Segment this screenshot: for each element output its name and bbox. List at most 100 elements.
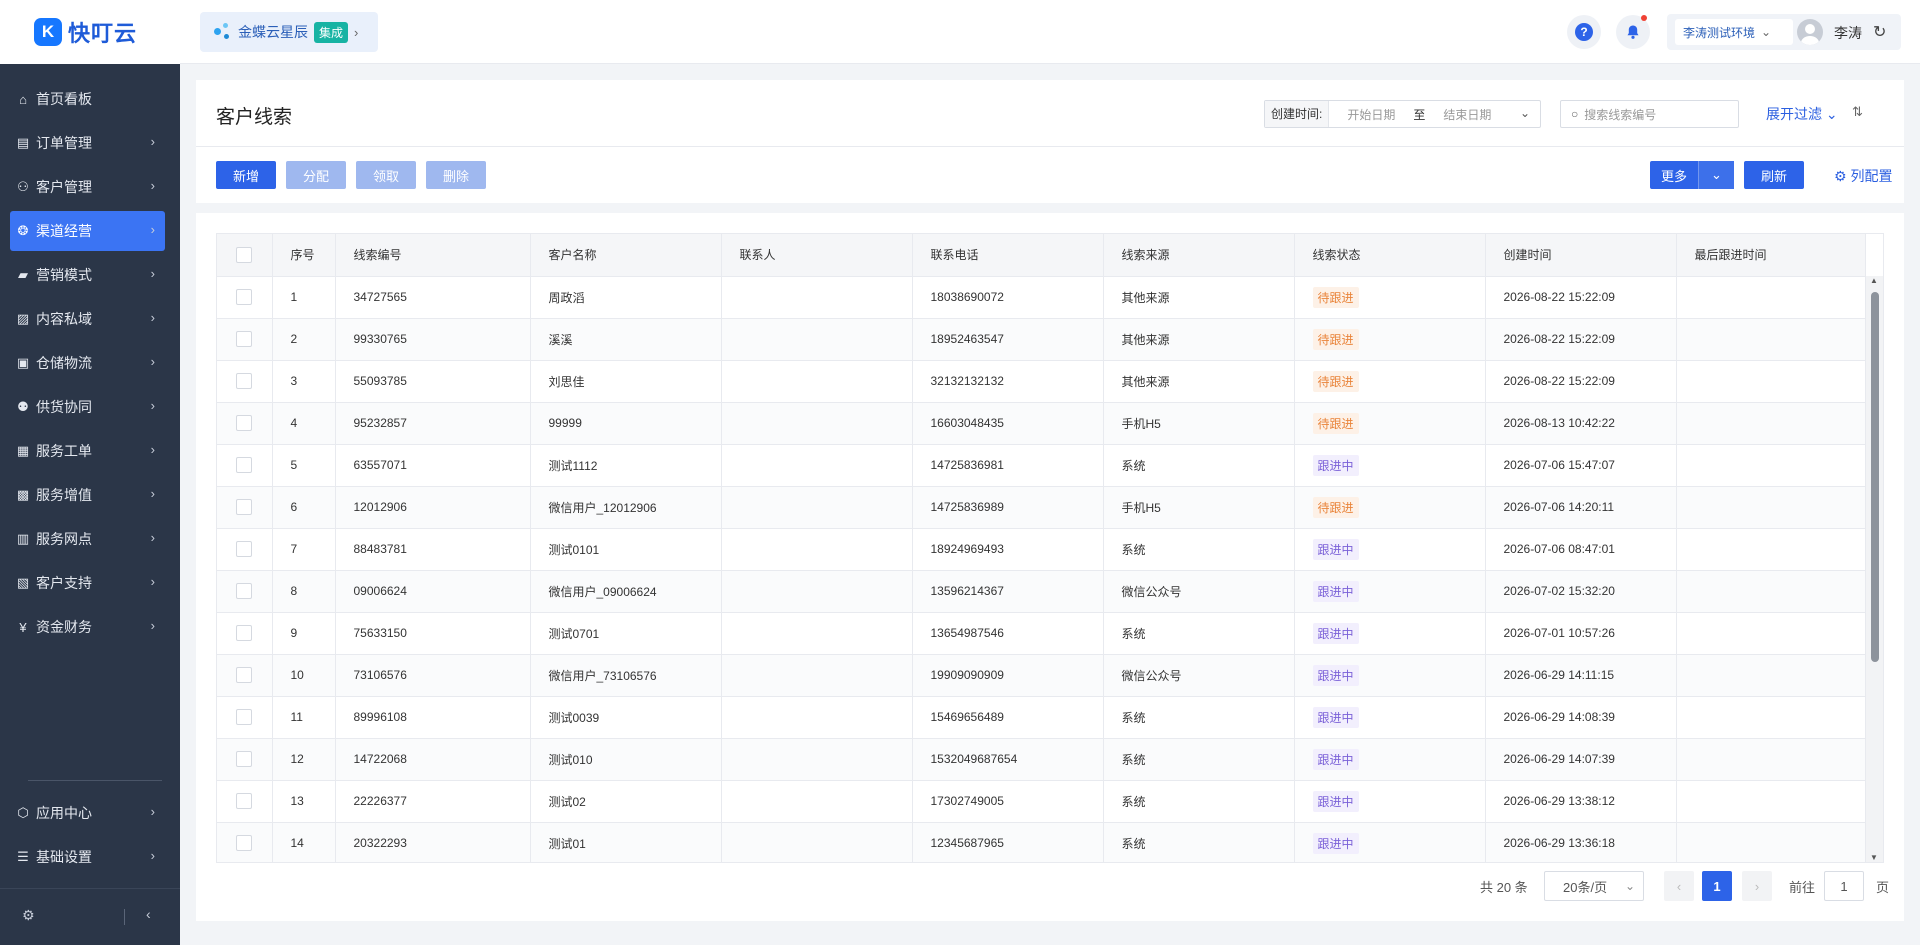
select-all-checkbox[interactable] bbox=[217, 234, 273, 277]
start-date-input[interactable]: 开始日期 bbox=[1347, 106, 1395, 123]
integration-switcher[interactable]: 金蝶云星辰 集成 › bbox=[200, 12, 378, 52]
sidebar-item[interactable]: ▨ 内容私域 › bbox=[10, 299, 165, 339]
column-header[interactable]: 客户名称 bbox=[530, 234, 722, 277]
column-header[interactable]: 序号 bbox=[272, 234, 336, 277]
sidebar-item[interactable]: ¥ 资金财务 › bbox=[10, 607, 165, 647]
more-button[interactable]: 更多 ⌄ bbox=[1650, 161, 1734, 189]
column-header[interactable]: 线索来源 bbox=[1103, 234, 1295, 277]
sidebar-item[interactable]: ⚉ 供货协同 › bbox=[10, 387, 165, 427]
sidebar-item[interactable]: ▦ 服务工单 › bbox=[10, 431, 165, 471]
table-cell bbox=[721, 780, 913, 823]
scroll-up-icon[interactable]: ▲ bbox=[1870, 276, 1878, 285]
refresh-icon[interactable]: ↻ bbox=[1873, 22, 1886, 42]
row-checkbox[interactable] bbox=[217, 570, 273, 613]
gear-icon[interactable]: ⚙ bbox=[22, 907, 35, 924]
refresh-button[interactable]: 刷新 bbox=[1744, 161, 1804, 189]
expand-filter-button[interactable]: 展开过滤 ⌄ bbox=[1766, 104, 1838, 124]
next-page-button[interactable]: › bbox=[1742, 871, 1772, 901]
row-checkbox[interactable] bbox=[217, 738, 273, 781]
claim-button[interactable]: 领取 bbox=[356, 161, 416, 189]
chevron-down-icon[interactable]: ⌄ bbox=[1698, 161, 1734, 189]
table-row[interactable]: 2 99330765 溪溪 18952463547 其他来源 待跟进 2026-08-22 … bbox=[217, 318, 1866, 361]
table-cell: 刘思佳 bbox=[530, 360, 722, 403]
chevron-right-icon: › bbox=[354, 24, 359, 40]
vertical-scrollbar[interactable]: ▲ ▼ bbox=[1866, 276, 1883, 862]
prev-page-button[interactable]: ‹ bbox=[1664, 871, 1694, 901]
assign-button[interactable]: 分配 bbox=[286, 161, 346, 189]
sidebar-item[interactable]: ▣ 仓储物流 › bbox=[10, 343, 165, 383]
sidebar-item[interactable]: ☰ 基础设置 › bbox=[10, 837, 165, 877]
column-header[interactable]: 联系人 bbox=[721, 234, 913, 277]
scroll-down-icon[interactable]: ▼ bbox=[1870, 853, 1878, 862]
table-cell: 63557071 bbox=[335, 444, 531, 487]
table-row[interactable]: 9 75633150 测试0701 13654987546 系统 跟进中 2026-07-0… bbox=[217, 612, 1866, 655]
table-row[interactable]: 11 89996108 测试0039 15469656489 系统 跟进中 2026-06-… bbox=[217, 696, 1866, 739]
column-header[interactable]: 线索编号 bbox=[335, 234, 531, 277]
avatar[interactable] bbox=[1797, 19, 1823, 45]
row-checkbox[interactable] bbox=[217, 696, 273, 739]
table-row[interactable]: 5 63557071 测试1112 14725836981 系统 跟进中 2026-07-0… bbox=[217, 444, 1866, 487]
env-select[interactable]: 李涛测试环境 ⌄ bbox=[1675, 19, 1793, 45]
sidebar-item[interactable]: ❂ 渠道经营 › bbox=[10, 211, 165, 251]
column-header[interactable]: 联系电话 bbox=[912, 234, 1104, 277]
table-cell: 7 bbox=[272, 528, 336, 571]
table-cell bbox=[1676, 402, 1866, 445]
page-size-select[interactable]: 20条/页 ⌄ bbox=[1544, 871, 1644, 901]
row-checkbox[interactable] bbox=[217, 486, 273, 529]
table-row[interactable]: 6 12012906 微信用户_12012906 14725836989 手机H5 待跟进… bbox=[217, 486, 1866, 529]
sort-icon[interactable]: ⇅ bbox=[1852, 104, 1863, 120]
date-range-filter[interactable]: 创建时间: 开始日期 至 结束日期 ⌄ bbox=[1264, 100, 1541, 128]
row-checkbox[interactable] bbox=[217, 612, 273, 655]
current-page-button[interactable]: 1 bbox=[1702, 871, 1732, 901]
row-checkbox[interactable] bbox=[217, 360, 273, 403]
row-checkbox[interactable] bbox=[217, 528, 273, 571]
sidebar-item[interactable]: ▥ 服务网点 › bbox=[10, 519, 165, 559]
row-checkbox[interactable] bbox=[217, 318, 273, 361]
column-header[interactable]: 创建时间 bbox=[1485, 234, 1677, 277]
table-row[interactable]: 8 09006624 微信用户_09006624 13596214367 微信公众号 跟进… bbox=[217, 570, 1866, 613]
sidebar-item[interactable]: ⌂ 首页看板 bbox=[10, 79, 165, 119]
table-row[interactable]: 13 22226377 测试02 17302749005 系统 跟进中 2026-06-29… bbox=[217, 780, 1866, 823]
help-button[interactable]: ? bbox=[1567, 15, 1601, 49]
table-row[interactable]: 3 55093785 刘思佳 32132132132 其他来源 待跟进 2026-08-22… bbox=[217, 360, 1866, 403]
column-header[interactable]: 线索状态 bbox=[1294, 234, 1486, 277]
table-row[interactable]: 4 95232857 99999 16603048435 手机H5 待跟进 2026-08-… bbox=[217, 402, 1866, 445]
user-name[interactable]: 李涛 bbox=[1834, 23, 1862, 43]
sidebar-item[interactable]: ▰ 营销模式 › bbox=[10, 255, 165, 295]
sidebar-item[interactable]: ⬡ 应用中心 › bbox=[10, 793, 165, 833]
row-checkbox[interactable] bbox=[217, 780, 273, 823]
row-checkbox[interactable] bbox=[217, 444, 273, 487]
table-cell: 系统 bbox=[1103, 444, 1295, 487]
table-cell: 8 bbox=[272, 570, 336, 613]
column-header[interactable]: 最后跟进时间 bbox=[1676, 234, 1866, 277]
table-row[interactable]: 12 14722068 测试010 1532049687654 系统 跟进中 2026-06… bbox=[217, 738, 1866, 781]
scroll-thumb[interactable] bbox=[1871, 292, 1879, 662]
row-checkbox[interactable] bbox=[217, 402, 273, 445]
row-checkbox[interactable] bbox=[217, 822, 273, 862]
table-cell: 2026-07-06 14:20:11 bbox=[1485, 486, 1677, 529]
notification-button[interactable] bbox=[1616, 15, 1650, 49]
table-row[interactable]: 14 20322293 测试01 12345687965 系统 跟进中 2026-06-29… bbox=[217, 822, 1866, 862]
sidebar-item-label: 客户管理 bbox=[36, 179, 92, 195]
sidebar-item[interactable]: ▤ 订单管理 › bbox=[10, 123, 165, 163]
table-cell: 16603048435 bbox=[912, 402, 1104, 445]
table-cell: 系统 bbox=[1103, 822, 1295, 862]
table-row[interactable]: 10 73106576 微信用户_73106576 19909090909 微信公众号跟… bbox=[217, 654, 1866, 697]
sidebar-item[interactable]: ▩ 服务增值 › bbox=[10, 475, 165, 515]
search-input[interactable]: ○ 搜索线索编号 bbox=[1560, 100, 1739, 128]
workorder-icon: ▦ bbox=[16, 443, 30, 458]
column-config-button[interactable]: ⚙ 列配置 bbox=[1834, 166, 1892, 186]
logo[interactable]: K 快叮云 bbox=[0, 0, 180, 64]
sidebar-item[interactable]: ▧ 客户支持 › bbox=[10, 563, 165, 603]
goto-page-input[interactable]: 1 bbox=[1824, 871, 1864, 901]
collapse-sidebar-icon[interactable]: ‹ bbox=[146, 906, 151, 922]
table-cell: 99999 bbox=[530, 402, 722, 445]
row-checkbox[interactable] bbox=[217, 654, 273, 697]
table-row[interactable]: 7 88483781 测试0101 18924969493 系统 跟进中 2026-07-0… bbox=[217, 528, 1866, 571]
row-checkbox[interactable] bbox=[217, 276, 273, 319]
delete-button[interactable]: 删除 bbox=[426, 161, 486, 189]
add-button[interactable]: 新增 bbox=[216, 161, 276, 189]
sidebar-item[interactable]: ⚇ 客户管理 › bbox=[10, 167, 165, 207]
table-row[interactable]: 1 34727565 周政滔 18038690072 其他来源 待跟进 2026-08-22… bbox=[217, 276, 1866, 319]
end-date-input[interactable]: 结束日期 bbox=[1443, 106, 1491, 123]
